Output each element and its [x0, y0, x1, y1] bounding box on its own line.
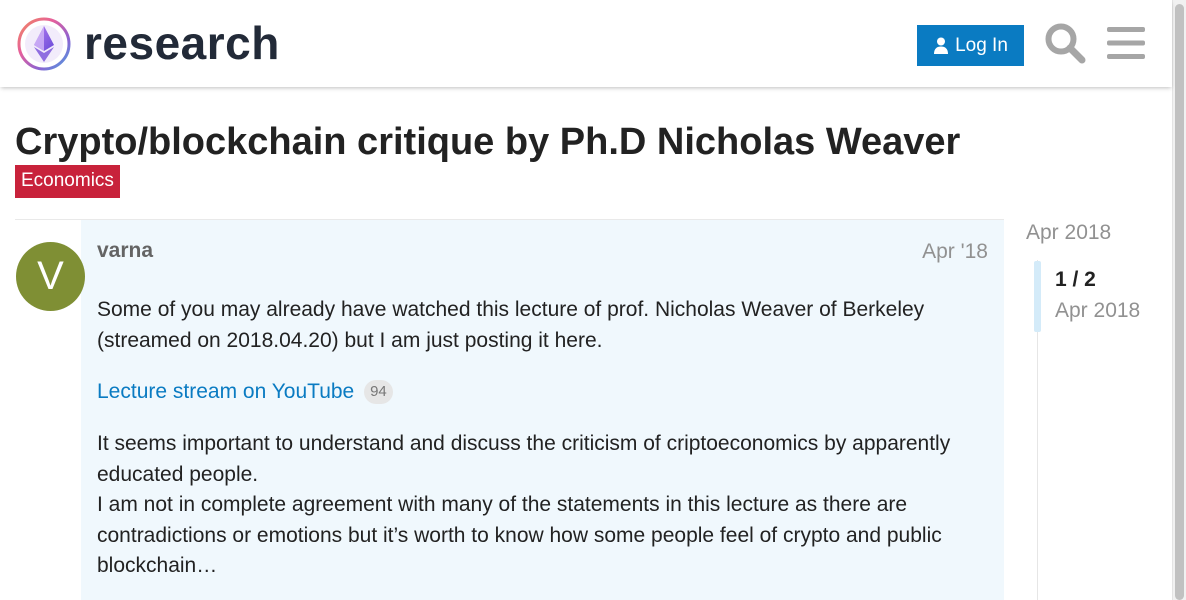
post-paragraph-block: It seems important to understand and dis…: [97, 429, 997, 582]
post-date[interactable]: Apr '18: [922, 240, 988, 264]
timeline-start-date[interactable]: Apr 2018: [1026, 221, 1111, 245]
page-scrollbar[interactable]: [1172, 0, 1186, 600]
timeline-current-date: Apr 2018: [1055, 299, 1141, 322]
ethereum-logo[interactable]: [16, 16, 72, 72]
timeline-handle[interactable]: [1034, 261, 1041, 332]
post-paragraph: Some of you may already have watched thi…: [97, 298, 925, 352]
hamburger-menu-icon[interactable]: [1107, 25, 1145, 61]
scrollbar-thumb[interactable]: [1175, 4, 1184, 600]
avatar-letter: V: [37, 254, 64, 298]
topic-title[interactable]: Crypto/blockchain critique by Ph.D Nicho…: [15, 120, 960, 164]
youtube-lecture-link[interactable]: Lecture stream on YouTube: [97, 380, 354, 403]
login-button[interactable]: Log In: [917, 25, 1024, 66]
post-link-paragraph: Lecture stream on YouTube 94: [97, 377, 997, 408]
post-paragraph: I am not in complete agreement with many…: [97, 493, 942, 577]
login-label: Log In: [955, 34, 1008, 56]
link-click-count: 94: [364, 380, 393, 404]
site-header: research Log In: [0, 0, 1172, 87]
timeline-position: 1 / 2: [1055, 268, 1096, 291]
user-icon: [934, 37, 949, 54]
avatar[interactable]: V: [16, 242, 85, 311]
post-username[interactable]: varna: [97, 239, 153, 263]
category-badge[interactable]: Economics: [15, 165, 120, 198]
site-name[interactable]: research: [84, 16, 280, 70]
post-paragraph: It seems important to understand and dis…: [97, 432, 951, 486]
search-icon[interactable]: [1044, 22, 1086, 64]
